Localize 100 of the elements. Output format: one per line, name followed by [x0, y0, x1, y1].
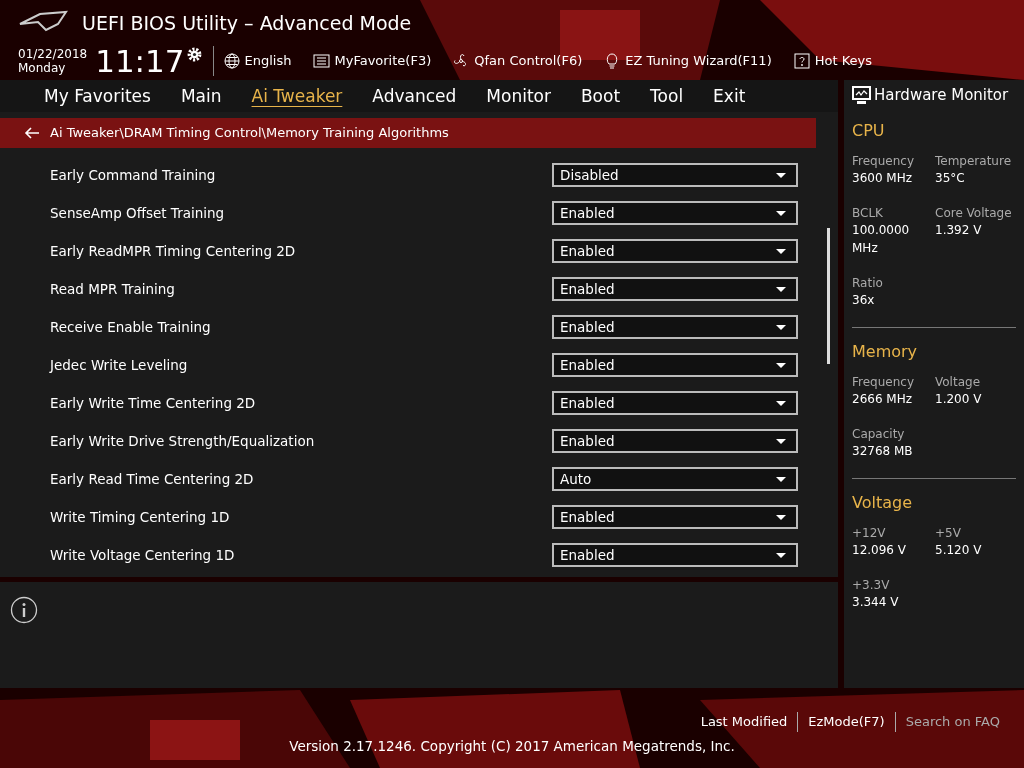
menu-tab[interactable]: Ai Tweaker — [239, 84, 355, 108]
setting-label: SenseAmp Offset Training — [50, 203, 225, 223]
reading-label: Frequency — [852, 152, 915, 169]
reading-value: 3600 MHz — [852, 169, 914, 187]
date-text: 01/22/2018 — [18, 47, 88, 61]
setting-label: Early Read Time Centering 2D — [50, 469, 254, 489]
caret-icon — [776, 400, 786, 406]
dropdown[interactable]: Enabled — [552, 543, 798, 567]
reading-value: 1.392 V — [935, 221, 983, 239]
section-title: Voltage — [852, 491, 913, 514]
help-icon — [793, 53, 811, 69]
setting-label: Receive Enable Training — [50, 317, 211, 337]
setting-label: Read MPR Training — [50, 279, 175, 299]
caret-icon — [776, 514, 786, 520]
dropdown-value: Enabled — [560, 355, 615, 375]
reading-label: BCLK — [852, 204, 884, 221]
scrollbar[interactable] — [827, 228, 830, 364]
logo-icon — [18, 10, 68, 32]
dropdown[interactable]: Enabled — [552, 239, 798, 263]
caret-icon — [776, 286, 786, 292]
toolbar-button[interactable]: Qfan Control(F6) — [453, 51, 583, 71]
monitor-icon — [852, 85, 871, 105]
copyright-text: Version 2.17.1246. Copyright (C) 2017 American Megatrends, Inc. — [289, 736, 735, 756]
menu-tab[interactable]: Boot — [568, 84, 633, 108]
footer-link[interactable]: Last Modified — [690, 712, 799, 732]
reading-value: 36x — [852, 291, 876, 309]
dropdown-value: Enabled — [560, 393, 615, 413]
toolbar-button[interactable]: EZ Tuning Wizard(F11) — [604, 51, 772, 71]
reading-label: Temperature — [935, 152, 1012, 169]
panel-title: Hardware Monitor — [874, 85, 1009, 106]
toolbar-button[interactable]: English — [223, 51, 292, 71]
dropdown[interactable]: Enabled — [552, 353, 798, 377]
settings-icon[interactable] — [185, 45, 203, 63]
caret-icon — [776, 248, 786, 254]
menu-tab[interactable]: Exit — [701, 84, 758, 108]
reading-label: Ratio — [852, 274, 884, 291]
caret-icon — [776, 172, 786, 178]
toolbar-button[interactable]: MyFavorite(F3) — [313, 51, 432, 71]
menu-tab[interactable]: My Favorites — [32, 84, 163, 108]
reading-label: +3.3V — [852, 576, 891, 593]
dropdown[interactable]: Enabled — [552, 277, 798, 301]
dropdown[interactable]: Enabled — [552, 201, 798, 225]
caret-icon — [776, 476, 786, 482]
dropdown[interactable]: Disabled — [552, 163, 798, 187]
reading-value: 2666 MHz — [852, 390, 914, 408]
setting-label: Early Write Drive Strength/Equalization — [50, 431, 315, 451]
day-text: Monday — [18, 61, 67, 75]
dropdown-value: Enabled — [560, 431, 615, 451]
dropdown-value: Enabled — [560, 545, 615, 565]
section-title: CPU — [852, 119, 886, 142]
window-title: UEFI BIOS Utility – Advanced Mode — [82, 11, 412, 36]
reading-value: 12.096 V — [852, 541, 907, 559]
dropdown-value: Disabled — [560, 165, 619, 185]
dropdown-value: Enabled — [560, 203, 615, 223]
dropdown[interactable]: Enabled — [552, 505, 798, 529]
dropdown[interactable]: Enabled — [552, 315, 798, 339]
setting-label: Jedec Write Leveling — [50, 355, 188, 375]
section-title: Memory — [852, 340, 919, 363]
reading-label: Capacity — [852, 425, 906, 442]
reading-label: +5V — [935, 524, 962, 541]
menu-tab[interactable]: Monitor — [474, 84, 563, 108]
reading-label: Core Voltage — [935, 204, 1013, 221]
reading-value: 5.120 V — [935, 541, 983, 559]
footer-link[interactable]: EzMode(F7) — [798, 712, 896, 732]
dropdown[interactable]: Auto — [552, 467, 798, 491]
caret-icon — [776, 552, 786, 558]
menu-tab[interactable]: Advanced — [360, 84, 469, 108]
setting-label: Early ReadMPR Timing Centering 2D — [50, 241, 296, 261]
dropdown[interactable]: Enabled — [552, 429, 798, 453]
caret-icon — [776, 362, 786, 368]
reading-value: 100.0000 MHz — [852, 221, 911, 257]
back-arrow-icon[interactable] — [24, 127, 40, 139]
dropdown-value: Enabled — [560, 241, 615, 261]
globe-icon — [223, 53, 241, 69]
list-icon — [313, 53, 331, 69]
dropdown-value: Enabled — [560, 279, 615, 299]
setting-label: Write Timing Centering 1D — [50, 507, 230, 527]
dropdown[interactable]: Enabled — [552, 391, 798, 415]
dropdown-value: Auto — [560, 469, 592, 489]
menu-tab[interactable]: Tool — [638, 84, 696, 108]
footer-link[interactable]: Search on FAQ — [895, 712, 1010, 732]
setting-label: Early Write Time Centering 2D — [50, 393, 256, 413]
clock-text: 11:17 — [95, 44, 185, 78]
reading-value: 32768 MB — [852, 442, 914, 460]
setting-label: Write Voltage Centering 1D — [50, 545, 235, 565]
breadcrumb-path: Ai Tweaker\DRAM Timing Control\Memory Training Algorithms — [50, 124, 449, 143]
caret-icon — [776, 324, 786, 330]
caret-icon — [776, 210, 786, 216]
reading-label: +12V — [852, 524, 887, 541]
dropdown-value: Enabled — [560, 507, 615, 527]
info-icon — [10, 596, 38, 624]
setting-label: Early Command Training — [50, 165, 216, 185]
reading-label: Frequency — [852, 373, 915, 390]
caret-icon — [776, 438, 786, 444]
reading-value: 35°C — [935, 169, 966, 187]
reading-value: 1.200 V — [935, 390, 983, 408]
menu-tab[interactable]: Main — [168, 84, 234, 108]
reading-value: 3.344 V — [852, 593, 900, 611]
toolbar-button[interactable]: Hot Keys — [793, 51, 872, 71]
reading-label: Voltage — [935, 373, 981, 390]
